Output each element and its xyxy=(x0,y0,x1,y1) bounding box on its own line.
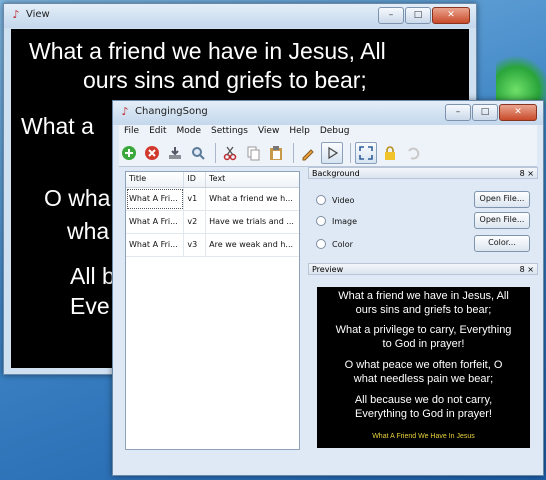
search-icon[interactable] xyxy=(188,143,208,163)
image-radio[interactable] xyxy=(316,216,326,226)
panel-float-close-controls[interactable]: 8 × xyxy=(520,168,534,180)
view-titlebar[interactable]: ♪ View – □ ✕ xyxy=(4,4,476,28)
close-button[interactable]: ✕ xyxy=(499,104,537,121)
table-row[interactable]: What A Fri... v2 Have we trials and ... xyxy=(126,211,299,234)
edit-icon[interactable] xyxy=(298,143,318,163)
undo-icon[interactable] xyxy=(403,143,423,163)
background-panel-header: Background 8 × xyxy=(308,167,538,179)
minimize-button[interactable]: – xyxy=(378,7,404,24)
image-label: Image xyxy=(332,216,358,226)
column-header-text[interactable]: Text xyxy=(206,172,299,187)
add-icon[interactable] xyxy=(119,143,139,163)
preview-panel-header: Preview 8 × xyxy=(308,263,538,275)
preview-line: what needless pain we bear; xyxy=(353,373,494,385)
preview-line: to God in prayer! xyxy=(382,338,465,350)
column-header-id[interactable]: ID xyxy=(184,172,207,187)
cell-text: Are we weak and h... xyxy=(209,240,294,249)
app-icon: ♪ xyxy=(12,8,20,21)
preview-line: What a privilege to carry, Everything xyxy=(335,324,512,336)
app-icon: ♪ xyxy=(121,105,129,118)
lyric-line: Eve xyxy=(70,293,110,319)
choose-color-button[interactable]: Color... xyxy=(474,235,530,252)
panel-float-close-controls[interactable]: 8 × xyxy=(520,264,534,276)
lyric-line: wha xyxy=(67,218,110,244)
menu-mode[interactable]: Mode xyxy=(172,125,207,140)
cell-text: Have we trials and ... xyxy=(209,217,294,226)
column-header-title[interactable]: Title xyxy=(126,172,185,187)
app-window-title: ChangingSong xyxy=(135,106,208,117)
image-option[interactable]: Image xyxy=(316,216,357,226)
cell-id: v2 xyxy=(184,211,207,233)
menu-file[interactable]: File xyxy=(119,125,144,140)
table-header: Title ID Text xyxy=(126,172,299,188)
preview-song-title: What A Friend We Have In Jesus xyxy=(372,433,475,440)
background-panel: Video Open File... Image Open File... Co… xyxy=(308,183,538,263)
preview-line: ours sins and griefs to bear; xyxy=(355,304,492,316)
preview-line: O what peace we often forfeit, O xyxy=(344,359,503,371)
lyric-line: What a xyxy=(21,113,94,139)
table-row[interactable]: What A Fri... v1 What a friend we h... xyxy=(126,188,299,211)
color-option[interactable]: Color xyxy=(316,239,353,249)
changingsong-window: ♪ ChangingSong – □ ✕ File Edit Mode Sett… xyxy=(112,100,544,476)
cell-id: v3 xyxy=(184,234,207,256)
paste-icon[interactable] xyxy=(266,143,286,163)
color-label: Color xyxy=(332,239,353,249)
menu-edit[interactable]: Edit xyxy=(144,125,171,140)
preview-panel-title: Preview xyxy=(312,265,344,274)
color-radio[interactable] xyxy=(316,239,326,249)
toolbar-separator xyxy=(350,143,351,163)
cell-title: What A Fri... xyxy=(126,234,185,256)
lock-icon[interactable] xyxy=(380,143,400,163)
minimize-button[interactable]: – xyxy=(445,104,471,121)
lyric-line: All b xyxy=(70,263,115,289)
import-icon[interactable] xyxy=(165,143,185,163)
play-icon[interactable] xyxy=(321,142,343,164)
lyric-line: What a friend we have in Jesus, All xyxy=(29,38,386,64)
menu-bar: File Edit Mode Settings View Help Debug xyxy=(119,125,537,140)
preview-line: What a friend we have in Jesus, All xyxy=(338,290,509,302)
song-table: Title ID Text What A Fri... v1 What a fr… xyxy=(125,171,300,450)
fullscreen-icon[interactable] xyxy=(355,142,377,164)
cut-icon[interactable] xyxy=(220,143,240,163)
video-option[interactable]: Video xyxy=(316,195,354,205)
open-video-file-button[interactable]: Open File... xyxy=(474,191,530,208)
view-window-title: View xyxy=(26,9,50,20)
preview-line: All because we do not carry, xyxy=(354,394,493,406)
video-radio[interactable] xyxy=(316,195,326,205)
preview-display: What a friend we have in Jesus, All ours… xyxy=(317,287,530,448)
lyric-line: ours sins and griefs to bear; xyxy=(83,67,367,93)
copy-icon[interactable] xyxy=(243,143,263,163)
lyric-line: O wha xyxy=(44,185,111,211)
app-titlebar[interactable]: ♪ ChangingSong – □ ✕ xyxy=(113,101,543,125)
menu-settings[interactable]: Settings xyxy=(206,125,253,140)
toolbar xyxy=(119,140,537,167)
video-label: Video xyxy=(332,195,355,205)
preview-line: Everything to God in prayer! xyxy=(355,408,492,420)
background-panel-title: Background xyxy=(312,169,360,178)
menu-debug[interactable]: Debug xyxy=(315,125,355,140)
open-image-file-button[interactable]: Open File... xyxy=(474,212,530,229)
cell-title: What A Fri... xyxy=(126,188,185,210)
menu-help[interactable]: Help xyxy=(284,125,315,140)
cell-title: What A Fri... xyxy=(126,211,185,233)
maximize-button[interactable]: □ xyxy=(472,104,498,121)
close-button[interactable]: ✕ xyxy=(432,7,470,24)
menu-view[interactable]: View xyxy=(253,125,284,140)
toolbar-separator xyxy=(215,143,216,163)
cell-id: v1 xyxy=(184,188,207,210)
maximize-button[interactable]: □ xyxy=(405,7,431,24)
table-row[interactable]: What A Fri... v3 Are we weak and h... xyxy=(126,234,299,257)
cell-text: What a friend we h... xyxy=(209,194,293,203)
toolbar-separator xyxy=(293,143,294,163)
remove-icon[interactable] xyxy=(142,143,162,163)
